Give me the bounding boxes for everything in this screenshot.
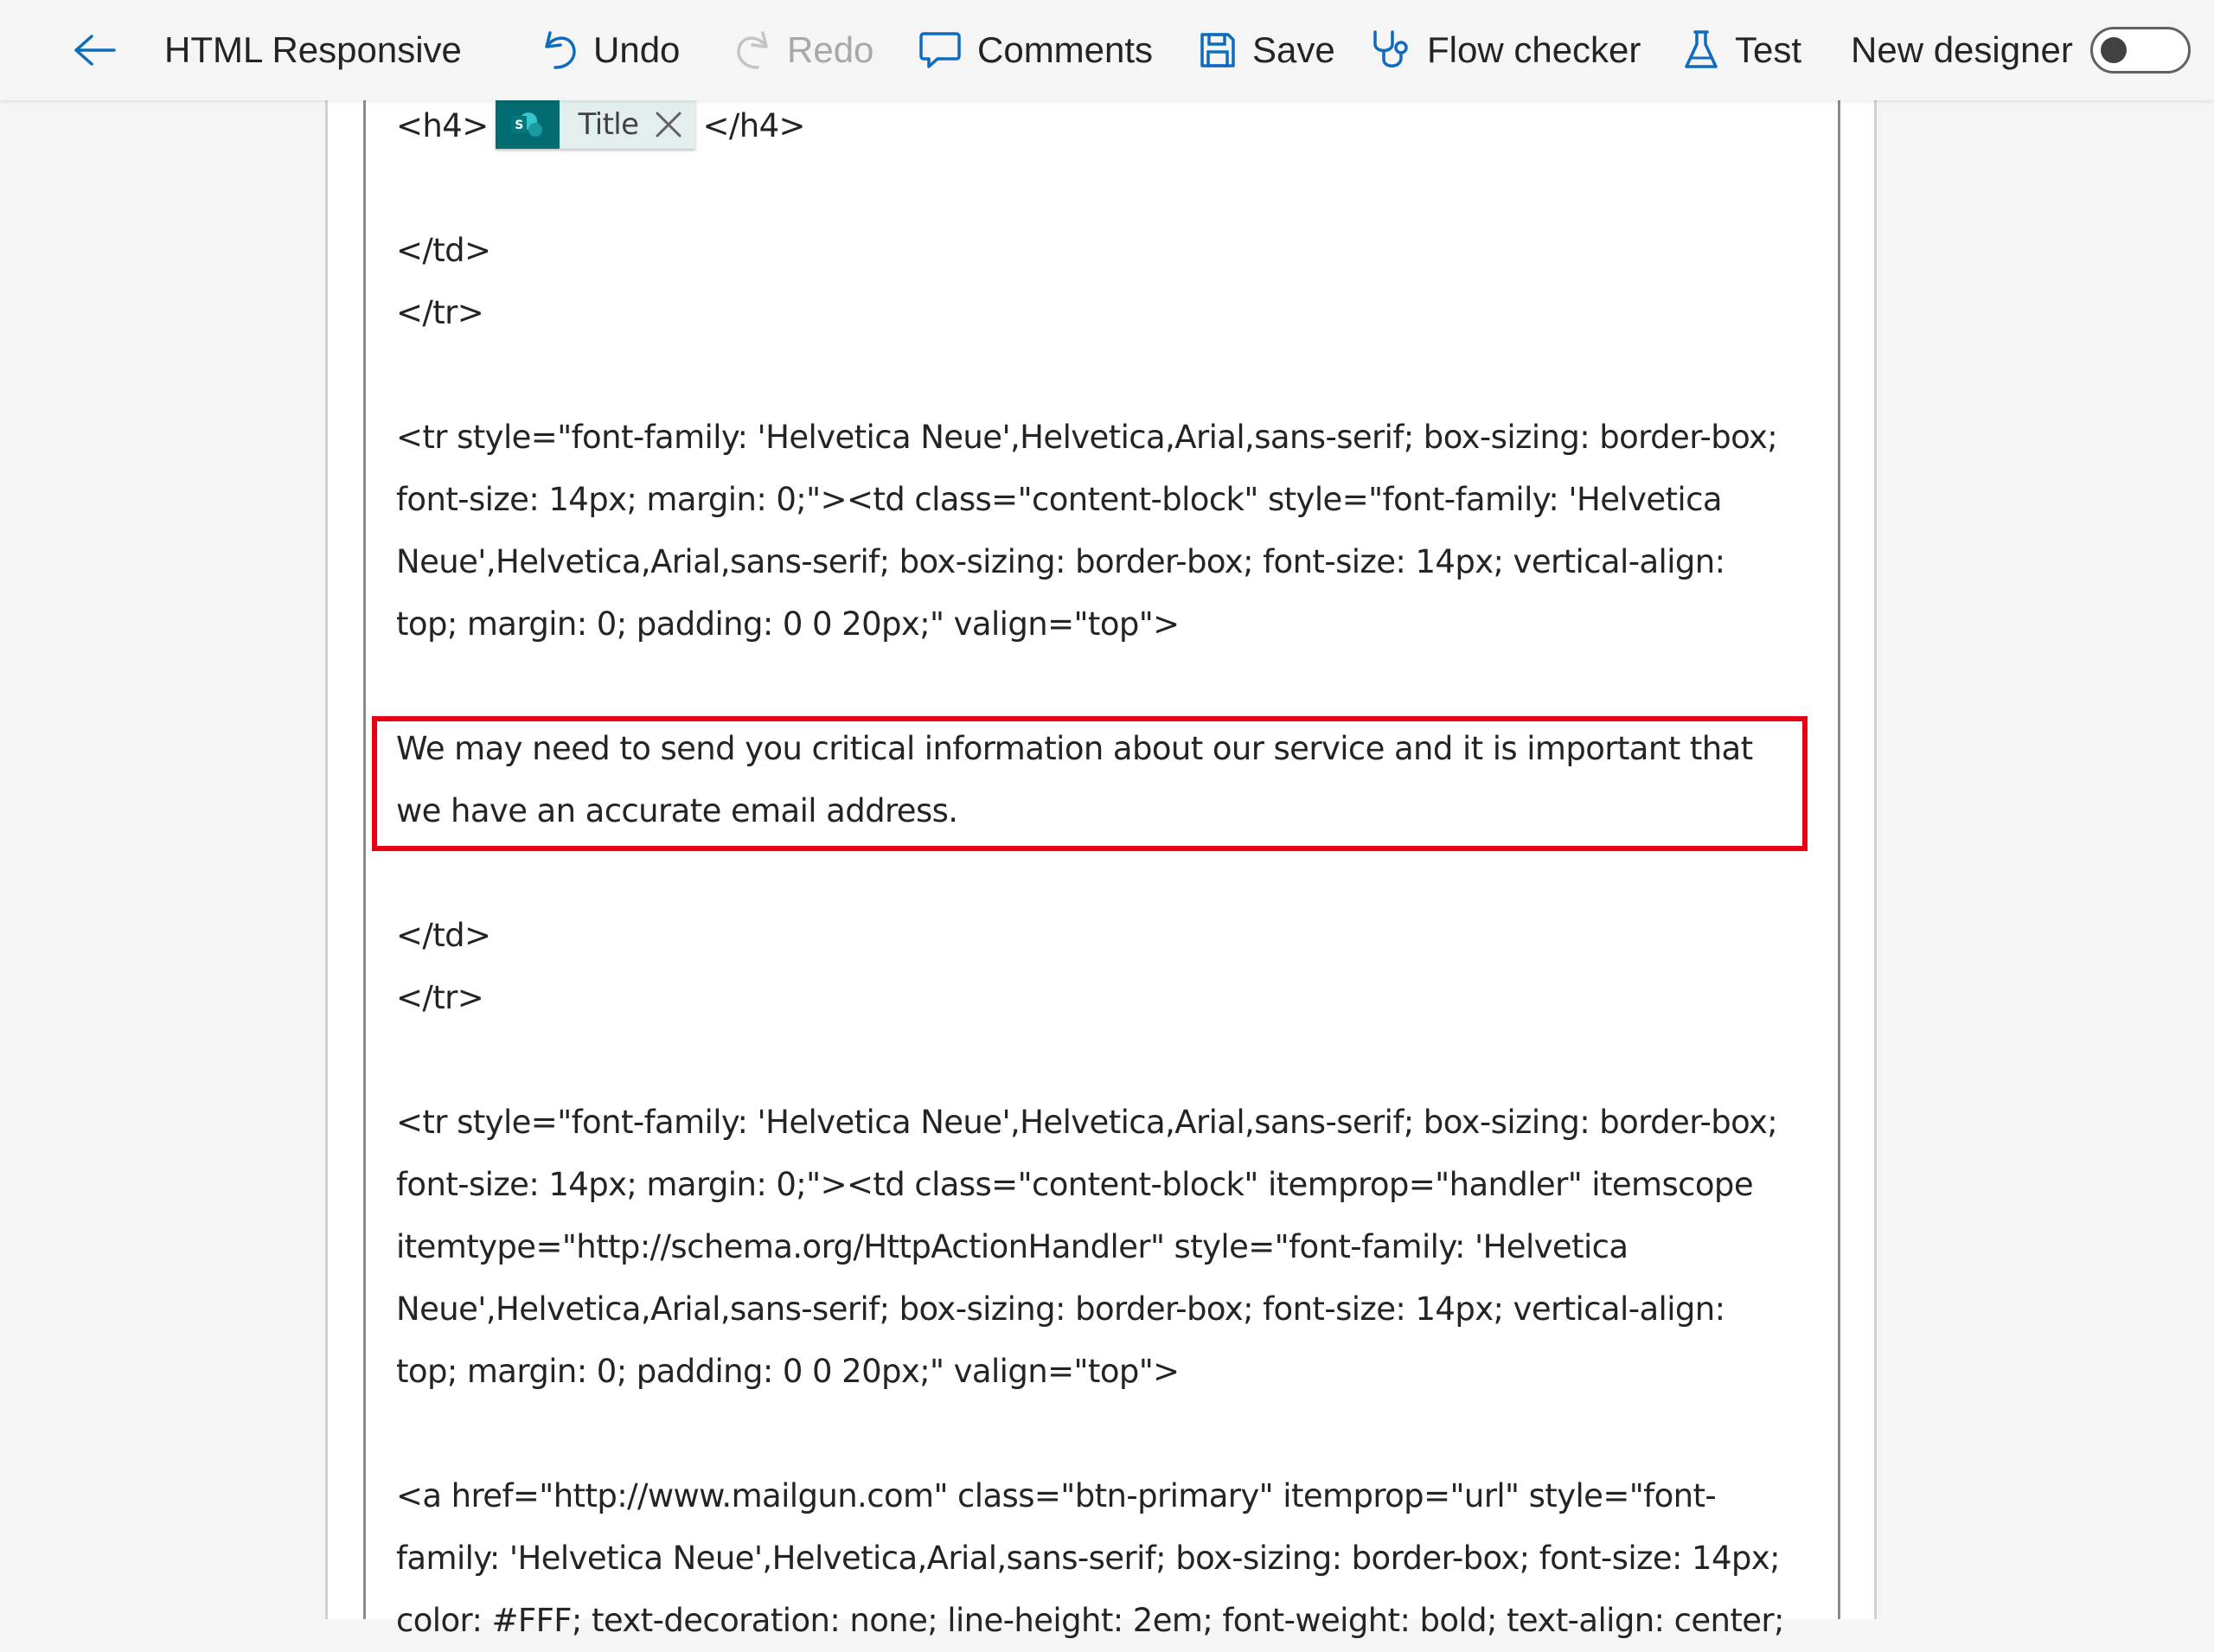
save-icon — [1199, 31, 1237, 69]
h4-close-tag: </h4> — [702, 107, 805, 144]
code-line: Neue',Helvetica,Arial,sans-serif; box-si… — [396, 1290, 1725, 1328]
code-line: <a href="http://www.mailgun.com" class="… — [396, 1477, 1717, 1514]
code-line: itemtype="http://schema.org/HttpActionHa… — [396, 1228, 1629, 1265]
new-designer-label: New designer — [1851, 29, 2073, 70]
highlighted-text-line: We may need to send you critical informa… — [396, 730, 1753, 767]
back-arrow-icon — [73, 33, 118, 67]
sharepoint-icon: S — [495, 99, 560, 149]
redo-button[interactable]: Redo — [735, 0, 873, 100]
back-button[interactable] — [73, 0, 118, 100]
dynamic-content-token[interactable]: S Title — [495, 99, 696, 149]
flow-checker-label: Flow checker — [1427, 29, 1641, 70]
flask-icon — [1683, 29, 1719, 72]
code-line: font-size: 14px; margin: 0;"><td class="… — [396, 1166, 1754, 1203]
undo-label: Undo — [593, 29, 681, 70]
code-line: </td> — [396, 917, 491, 954]
code-line: Neue',Helvetica,Arial,sans-serif; box-si… — [396, 543, 1725, 580]
editor-content[interactable]: <h4> S Title </h4> </td> </tr> <tr style… — [396, 95, 1808, 1652]
flow-name-text: HTML Responsive E — [164, 29, 470, 70]
code-line: font-size: 14px; margin: 0;"><td class="… — [396, 481, 1723, 518]
undo-button[interactable]: Undo — [541, 0, 680, 100]
code-line: </td> — [396, 232, 491, 269]
code-line: </tr> — [396, 979, 484, 1016]
save-label: Save — [1252, 29, 1335, 70]
undo-icon — [541, 29, 578, 71]
test-button[interactable]: Test — [1683, 0, 1801, 100]
code-line: <h4> S Title </h4> — [396, 95, 1808, 157]
stethoscope-icon — [1370, 29, 1411, 72]
code-line: <tr style="font-family: 'Helvetica Neue'… — [396, 1104, 1778, 1141]
code-line: </tr> — [396, 294, 484, 331]
redo-icon — [735, 29, 771, 71]
flow-checker-button[interactable]: Flow checker — [1370, 0, 1641, 100]
comments-button[interactable]: Comments — [918, 0, 1153, 100]
code-line: top; margin: 0; padding: 0 0 20px;" vali… — [396, 1353, 1180, 1390]
close-icon[interactable] — [654, 110, 695, 139]
comments-label: Comments — [977, 29, 1154, 70]
code-line: <tr style="font-family: 'Helvetica Neue'… — [396, 419, 1778, 456]
test-label: Test — [1735, 29, 1802, 70]
designer-toolbar: HTML Responsive E Undo Redo Comments Sav… — [0, 0, 2214, 100]
code-line: color: #FFF; text-decoration: none; line… — [396, 1602, 1784, 1639]
new-designer-toggle[interactable] — [2089, 27, 2191, 74]
highlighted-text-line: we have an accurate email address. — [396, 792, 958, 829]
new-designer-toggle-group: New designer — [1851, 0, 2191, 100]
comment-icon — [918, 30, 962, 70]
svg-text:S: S — [515, 118, 523, 132]
code-line: family: 'Helvetica Neue',Helvetica,Arial… — [396, 1540, 1781, 1577]
code-line: top; margin: 0; padding: 0 0 20px;" vali… — [396, 605, 1180, 643]
token-label: Title — [578, 106, 639, 142]
h4-open-tag: <h4> — [396, 107, 489, 144]
toggle-knob — [2100, 37, 2127, 63]
redo-label: Redo — [787, 29, 874, 70]
flow-name[interactable]: HTML Responsive E — [164, 0, 470, 100]
save-button[interactable]: Save — [1199, 0, 1335, 100]
